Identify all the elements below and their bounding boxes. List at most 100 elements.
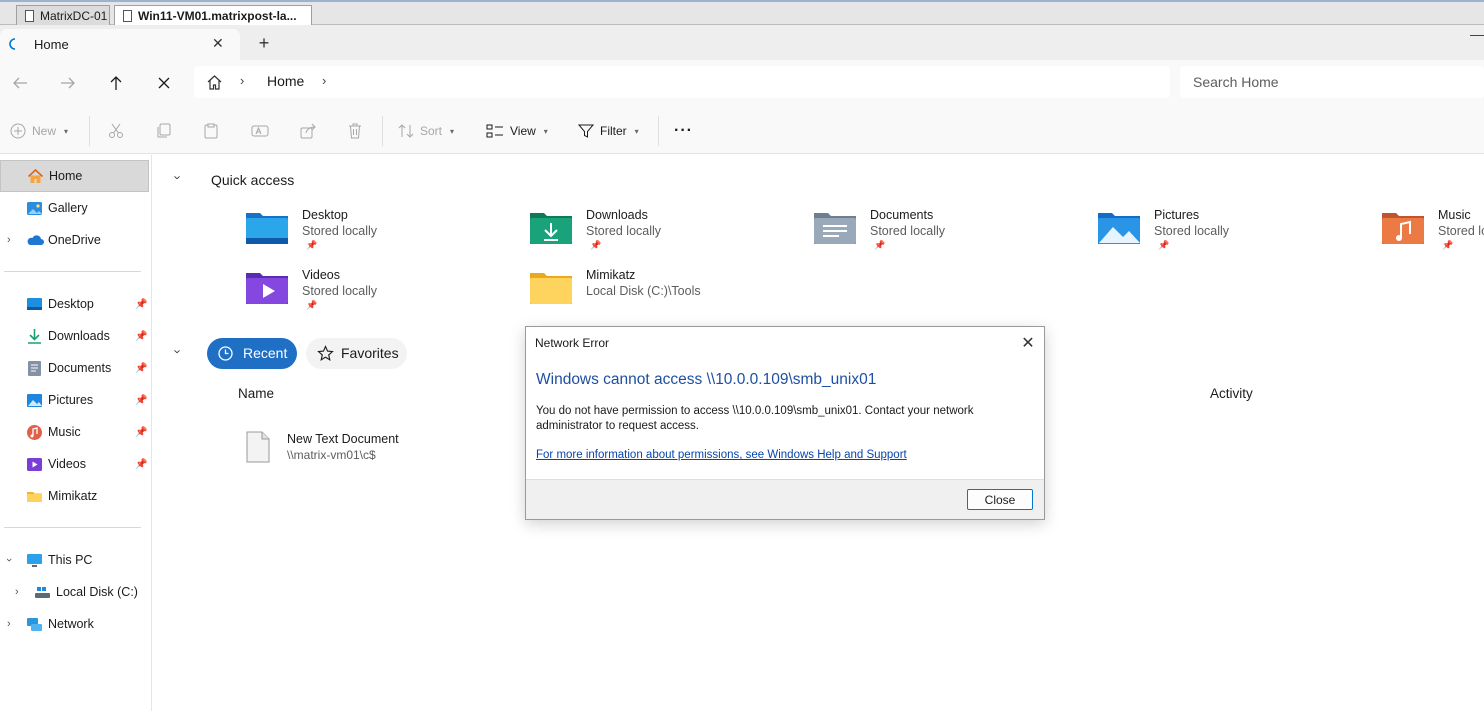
tab-home[interactable]: Home ✕ bbox=[0, 29, 240, 60]
network-icon bbox=[27, 617, 42, 631]
tab-recent[interactable]: Recent bbox=[207, 338, 297, 369]
music-folder-icon bbox=[1382, 213, 1424, 244]
recent-file-row[interactable]: New Text Document \\matrix-vm01\c$ bbox=[240, 427, 530, 467]
sidebar-item-gallery[interactable]: Gallery bbox=[0, 192, 149, 224]
close-tab-icon[interactable]: ✕ bbox=[212, 35, 224, 52]
pin-icon[interactable]: 📌 bbox=[135, 331, 147, 342]
pin-icon[interactable]: 📌 bbox=[135, 459, 147, 470]
stop-button[interactable] bbox=[150, 70, 178, 96]
rdp-tab-matrixdc[interactable]: MatrixDC-01 bbox=[16, 5, 110, 26]
computer-icon bbox=[27, 553, 42, 567]
address-box[interactable]: › Home › bbox=[194, 66, 1170, 98]
folder-name: Documents bbox=[870, 208, 934, 222]
quick-access-pictures[interactable]: Pictures Stored locally 📌 bbox=[1097, 208, 1357, 258]
folder-location: Stored locally bbox=[586, 224, 662, 238]
drive-icon bbox=[35, 586, 50, 598]
videos-icon bbox=[27, 457, 42, 471]
videos-folder-icon bbox=[246, 273, 288, 304]
pin-icon[interactable]: 📌 bbox=[135, 427, 147, 438]
back-arrow-icon bbox=[13, 77, 27, 89]
sidebar-item-label: Mimikatz bbox=[48, 489, 98, 503]
remote-desktop-icon bbox=[123, 10, 132, 22]
column-header-activity[interactable]: Activity bbox=[1210, 386, 1253, 401]
folder-location: Stored locally bbox=[302, 284, 378, 298]
column-header-name[interactable]: Name bbox=[238, 386, 274, 401]
chevron-right-icon[interactable]: › bbox=[7, 234, 11, 246]
view-label: View bbox=[510, 124, 536, 138]
quick-access-desktop[interactable]: Desktop Stored locally 📌 bbox=[245, 208, 505, 258]
copy-icon bbox=[157, 123, 171, 138]
sidebar-item-desktop[interactable]: Desktop 📌 bbox=[0, 288, 149, 320]
sort-button[interactable]: Sort ▾ bbox=[398, 118, 454, 144]
sidebar-item-music[interactable]: Music 📌 bbox=[0, 416, 149, 448]
paste-button[interactable] bbox=[203, 118, 219, 144]
folder-icon bbox=[27, 491, 42, 502]
sidebar-divider bbox=[4, 527, 141, 528]
chevron-down-icon: ▾ bbox=[543, 126, 548, 136]
sidebar-item-downloads[interactable]: Downloads 📌 bbox=[0, 320, 149, 352]
cut-button[interactable] bbox=[108, 118, 124, 144]
forward-button[interactable] bbox=[54, 70, 82, 96]
chevron-right-icon[interactable]: › bbox=[240, 73, 244, 88]
quick-access-music[interactable]: Music Stored lo 📌 bbox=[1381, 208, 1484, 258]
divider bbox=[658, 116, 659, 146]
sidebar-item-label: Videos bbox=[48, 457, 86, 471]
chevron-right-icon[interactable]: › bbox=[15, 586, 19, 598]
sidebar-item-mimikatz[interactable]: Mimikatz bbox=[0, 480, 149, 512]
quick-access-downloads[interactable]: Downloads Stored locally 📌 bbox=[529, 208, 789, 258]
chevron-down-icon[interactable]: › bbox=[3, 558, 15, 562]
folder-name: Desktop bbox=[302, 208, 348, 222]
sidebar-item-this-pc[interactable]: › This PC bbox=[0, 544, 149, 576]
navigation-pane: Home Gallery › OneDrive Desktop 📌 Downlo… bbox=[0, 155, 152, 711]
copy-button[interactable] bbox=[156, 118, 172, 144]
chevron-right-icon[interactable]: › bbox=[322, 73, 326, 88]
home-icon bbox=[27, 168, 44, 183]
quick-access-documents[interactable]: Documents Stored locally 📌 bbox=[813, 208, 1073, 258]
new-tab-button[interactable]: + bbox=[252, 31, 276, 55]
view-icon bbox=[486, 124, 503, 138]
new-button[interactable]: New ▾ bbox=[10, 118, 68, 144]
pin-icon[interactable]: 📌 bbox=[135, 299, 147, 310]
more-options-button[interactable]: ··· bbox=[674, 118, 693, 144]
search-input[interactable]: Search Home bbox=[1180, 66, 1484, 98]
folder-location: Local Disk (C:)\Tools bbox=[586, 284, 701, 298]
quick-access-heading[interactable]: Quick access bbox=[211, 172, 294, 188]
rdp-tab-label: MatrixDC-01 bbox=[40, 9, 108, 23]
view-button[interactable]: View ▾ bbox=[486, 118, 548, 144]
up-button[interactable] bbox=[102, 70, 130, 96]
sidebar-item-network[interactable]: › Network bbox=[0, 608, 149, 640]
downloads-folder-icon bbox=[530, 213, 572, 244]
chevron-down-icon[interactable]: › bbox=[171, 175, 186, 179]
share-button[interactable] bbox=[300, 118, 316, 144]
loading-spinner-icon bbox=[9, 38, 16, 50]
pin-icon[interactable]: 📌 bbox=[135, 363, 147, 374]
rdp-tab-win11-vm01[interactable]: Win11-VM01.matrixpost-la... bbox=[114, 5, 312, 26]
chevron-down-icon[interactable]: › bbox=[171, 349, 186, 353]
tab-favorites[interactable]: Favorites bbox=[306, 338, 407, 369]
delete-button[interactable] bbox=[347, 118, 363, 144]
folder-location: Stored locally bbox=[870, 224, 946, 238]
sidebar-item-label: OneDrive bbox=[48, 233, 101, 247]
dialog-close-icon[interactable]: ✕ bbox=[1018, 333, 1038, 353]
chevron-right-icon[interactable]: › bbox=[7, 618, 11, 630]
sidebar-item-local-disk[interactable]: › Local Disk (C:) bbox=[0, 576, 149, 608]
sort-label: Sort bbox=[420, 124, 443, 138]
rename-button[interactable] bbox=[251, 118, 269, 144]
close-button[interactable]: Close bbox=[967, 489, 1033, 510]
back-button[interactable] bbox=[6, 70, 34, 96]
pictures-icon bbox=[27, 393, 42, 407]
minimize-icon[interactable] bbox=[1470, 35, 1484, 36]
pin-icon: 📌 bbox=[590, 240, 602, 250]
help-link[interactable]: For more information about permissions, … bbox=[536, 449, 907, 461]
sidebar-item-onedrive[interactable]: › OneDrive bbox=[0, 224, 149, 256]
quick-access-videos[interactable]: Videos Stored locally 📌 bbox=[245, 268, 505, 318]
sidebar-item-videos[interactable]: Videos 📌 bbox=[0, 448, 149, 480]
sidebar-item-pictures[interactable]: Pictures 📌 bbox=[0, 384, 149, 416]
filter-button[interactable]: Filter ▾ bbox=[578, 118, 639, 144]
pin-icon[interactable]: 📌 bbox=[135, 395, 147, 406]
breadcrumb-home[interactable]: Home bbox=[267, 73, 304, 89]
sidebar-item-home[interactable]: Home bbox=[0, 160, 149, 192]
quick-access-mimikatz[interactable]: Mimikatz Local Disk (C:)\Tools bbox=[529, 268, 789, 318]
sidebar-item-documents[interactable]: Documents 📌 bbox=[0, 352, 149, 384]
gallery-icon bbox=[27, 201, 42, 215]
